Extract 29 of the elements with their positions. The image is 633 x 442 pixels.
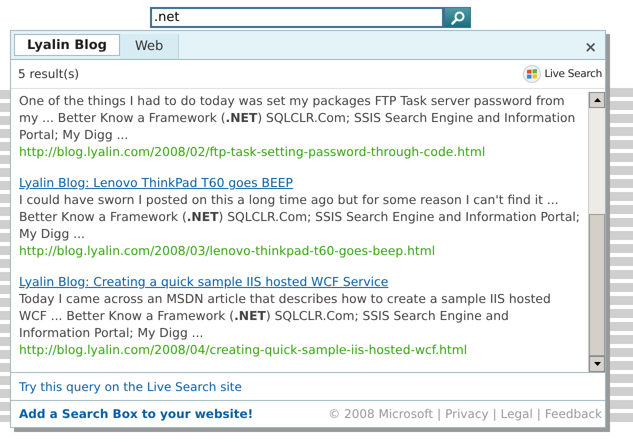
result-url: http://blog.lyalin.com/2008/02/ftp-task-setting-password-through-code.html [19,144,486,161]
search-button[interactable] [444,7,471,28]
result-title-link[interactable]: Lyalin Blog: Creating a quick sample IIS hosted WCF Service [19,275,388,289]
search-field[interactable]: .net [150,7,444,28]
tab[interactable]: Web [120,34,180,59]
down-arrow-icon [594,362,600,366]
up-arrow-icon [594,98,600,102]
windows-logo-icon [523,65,542,83]
close-button[interactable]: × [576,34,605,59]
scrollbar[interactable] [588,92,605,372]
tab[interactable]: Lyalin Blog [14,34,120,56]
scroll-thumb[interactable] [589,214,605,356]
live-search-link[interactable]: Try this query on the Live Search site [19,380,242,394]
scroll-up-button[interactable] [589,92,605,108]
scroll-down-button[interactable] [589,356,605,372]
result-snippet: One of the things I had to do today was set my packages FTP Task server password from my ... Better Know a Framework (.NET) SQLCLR.Com; SSIS Search Engine and Information Portal; My Digg ... [19,93,576,144]
separator: | [492,407,497,421]
result-snippet: I could have sworn I posted on this a long time ago but for some reason I can't find it ... Better Know a Framework (.NET) SQLCLR.Com; SSIS Search Engine and Information Portal; My Digg ... [19,192,581,243]
result-url: http://blog.lyalin.com/2008/04/creating-quick-sample-iis-hosted-wcf.html [19,342,468,359]
search-icon [450,10,466,26]
copyright-text: © 2008 Microsoft [328,407,434,421]
separator: | [437,407,442,421]
result-snippet: Today I came across an MSDN article that describes how to create a sample IIS hosted WCF ... Better Know a Framework (.NET) SQLCLR.Com; SSIS Search Engine and Information Portal; My Digg ... [19,291,552,342]
result-url: http://blog.lyalin.com/2008/03/lenovo-thinkpad-t60-goes-beep.html [19,243,436,260]
result-count: 5 result(s) [18,67,80,81]
brand-label: Live Search [544,68,602,80]
add-search-box-link[interactable]: Add a Search Box to your website! [19,407,254,421]
separator: | [536,407,541,421]
result-title-link[interactable]: Lyalin Blog: Lenovo ThinkPad T60 goes BEEP [19,176,293,190]
